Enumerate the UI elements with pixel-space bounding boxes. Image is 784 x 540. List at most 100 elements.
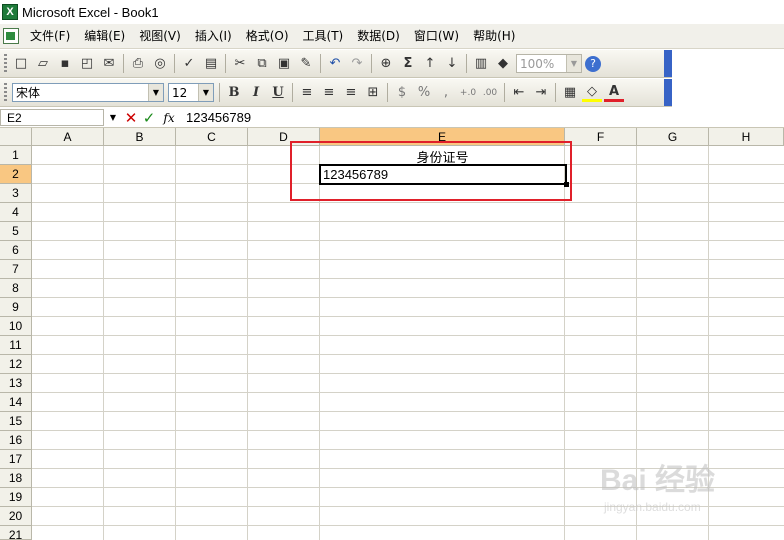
- row-header[interactable]: 7: [0, 260, 32, 279]
- toolbar-grip[interactable]: [4, 54, 7, 73]
- research-icon[interactable]: ▤: [201, 54, 221, 74]
- column-header-b[interactable]: B: [104, 128, 176, 146]
- row-header[interactable]: 5: [0, 222, 32, 241]
- select-all-button[interactable]: [0, 128, 32, 146]
- copy-icon[interactable]: ⧉: [252, 54, 272, 74]
- row-header[interactable]: 1: [0, 146, 32, 165]
- row-header[interactable]: 18: [0, 469, 32, 488]
- chevron-down-icon[interactable]: ▼: [104, 113, 122, 122]
- menu-edit[interactable]: 编辑(E): [77, 25, 132, 47]
- chevron-down-icon[interactable]: ▼: [148, 84, 163, 101]
- font-color-button[interactable]: A: [604, 83, 624, 102]
- row-header[interactable]: 17: [0, 450, 32, 469]
- column-header-a[interactable]: A: [32, 128, 104, 146]
- merge-center-icon[interactable]: ⊞: [363, 83, 383, 103]
- font-name-dropdown[interactable]: 宋体 ▼: [12, 83, 164, 102]
- font-size-dropdown[interactable]: 12 ▼: [168, 83, 214, 102]
- chevron-down-icon[interactable]: ▼: [566, 55, 581, 72]
- column-header-c[interactable]: C: [176, 128, 248, 146]
- cut-icon[interactable]: ✂: [230, 54, 250, 74]
- row-header[interactable]: 4: [0, 203, 32, 222]
- align-center-icon[interactable]: ≡: [319, 83, 339, 103]
- row-header[interactable]: 11: [0, 336, 32, 355]
- undo-icon[interactable]: ↶: [325, 54, 345, 74]
- decrease-indent-icon[interactable]: ⇤: [509, 83, 529, 103]
- borders-icon[interactable]: ▦: [560, 83, 580, 103]
- comma-button[interactable]: ,: [436, 83, 456, 103]
- row-header[interactable]: 2: [0, 165, 32, 184]
- formula-input[interactable]: 123456789: [180, 110, 251, 125]
- toolbar-separator: [320, 54, 321, 73]
- menu-insert[interactable]: 插入(I): [188, 25, 239, 47]
- redo-icon[interactable]: ↷: [347, 54, 367, 74]
- toolbar-grip[interactable]: [4, 83, 7, 102]
- increase-decimal-button[interactable]: +.0: [458, 83, 478, 103]
- help-icon[interactable]: ?: [585, 55, 601, 72]
- menu-file[interactable]: 文件(F): [23, 25, 77, 47]
- drawing-icon[interactable]: ◆: [493, 54, 513, 74]
- paste-icon[interactable]: ▣: [274, 54, 294, 74]
- toolbar-options-icon[interactable]: [664, 50, 672, 77]
- hyperlink-icon[interactable]: ⊕: [376, 54, 396, 74]
- row-header[interactable]: 20: [0, 507, 32, 526]
- sort-ascending-icon[interactable]: ↑: [420, 54, 440, 74]
- row-header[interactable]: 12: [0, 355, 32, 374]
- row-header[interactable]: 14: [0, 393, 32, 412]
- insert-function-button[interactable]: fx: [158, 111, 180, 125]
- italic-button[interactable]: I: [246, 83, 266, 103]
- autosum-icon[interactable]: Σ: [398, 54, 418, 74]
- column-header-h[interactable]: H: [709, 128, 784, 146]
- open-icon[interactable]: ▱: [33, 54, 53, 74]
- format-painter-icon[interactable]: ✎: [296, 54, 316, 74]
- workbook-icon[interactable]: [3, 28, 19, 44]
- excel-app-icon[interactable]: X: [2, 4, 18, 20]
- menu-format[interactable]: 格式(O): [239, 25, 296, 47]
- toolbar-separator: [387, 83, 388, 102]
- toolbar-separator: [225, 54, 226, 73]
- formatting-toolbar: 宋体 ▼ 12 ▼ B I U ≡ ≡ ≡ ⊞ $ % , +.0 .00 ⇤ …: [0, 79, 672, 107]
- print-preview-icon[interactable]: ◎: [150, 54, 170, 74]
- row-header[interactable]: 6: [0, 241, 32, 260]
- row-header[interactable]: 13: [0, 374, 32, 393]
- align-right-icon[interactable]: ≡: [341, 83, 361, 103]
- toolbar-options-icon[interactable]: [664, 79, 672, 106]
- row-header[interactable]: 8: [0, 279, 32, 298]
- sort-descending-icon[interactable]: ↓: [442, 54, 462, 74]
- underline-button[interactable]: U: [268, 83, 288, 103]
- menu-data[interactable]: 数据(D): [350, 25, 407, 47]
- spelling-icon[interactable]: ✓: [179, 54, 199, 74]
- currency-button[interactable]: $: [392, 83, 412, 103]
- row-header[interactable]: 10: [0, 317, 32, 336]
- menu-view[interactable]: 视图(V): [132, 25, 188, 47]
- new-icon[interactable]: □: [11, 54, 31, 74]
- fill-color-icon[interactable]: ◇: [582, 83, 602, 102]
- column-header-g[interactable]: G: [637, 128, 709, 146]
- email-icon[interactable]: ✉: [99, 54, 119, 74]
- column-header-f[interactable]: F: [565, 128, 637, 146]
- decrease-decimal-button[interactable]: .00: [480, 83, 500, 103]
- cancel-icon[interactable]: ✕: [122, 109, 140, 127]
- row-header[interactable]: 16: [0, 431, 32, 450]
- permission-icon[interactable]: ◰: [77, 54, 97, 74]
- save-icon[interactable]: ▪: [55, 54, 75, 74]
- menu-window[interactable]: 窗口(W): [407, 25, 466, 47]
- enter-check-icon[interactable]: ✓: [140, 109, 158, 127]
- menu-help[interactable]: 帮助(H): [466, 25, 522, 47]
- name-box[interactable]: E2: [0, 109, 104, 126]
- column-divider: [319, 146, 320, 540]
- menu-tools[interactable]: 工具(T): [296, 25, 351, 47]
- chevron-down-icon[interactable]: ▼: [198, 84, 213, 101]
- row-header[interactable]: 9: [0, 298, 32, 317]
- align-left-icon[interactable]: ≡: [297, 83, 317, 103]
- row-header[interactable]: 15: [0, 412, 32, 431]
- print-icon[interactable]: ⎙: [128, 54, 148, 74]
- bold-button[interactable]: B: [224, 83, 244, 103]
- increase-indent-icon[interactable]: ⇥: [531, 83, 551, 103]
- row-header[interactable]: 19: [0, 488, 32, 507]
- percent-button[interactable]: %: [414, 83, 434, 103]
- row-header[interactable]: 21: [0, 526, 32, 540]
- row-header[interactable]: 3: [0, 184, 32, 203]
- chart-icon[interactable]: ▥: [471, 54, 491, 74]
- zoom-dropdown[interactable]: 100% ▼: [516, 54, 582, 73]
- toolbar-separator: [555, 83, 556, 102]
